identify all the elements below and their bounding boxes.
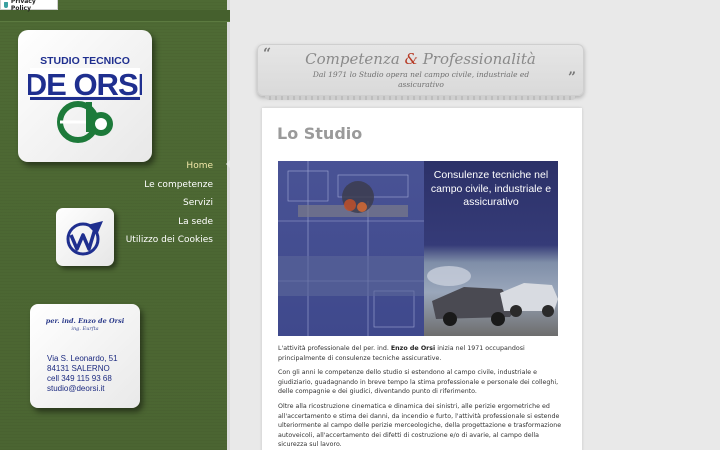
- contact-card: per. ind. Enzo de Orsi ing. Eurfta Via S…: [30, 304, 140, 408]
- nav-item-sede[interactable]: La sede: [126, 213, 213, 232]
- contact-phone: cell 349 115 93 68: [47, 374, 112, 383]
- header-banner: “ Competenza & Professionalità Dal 1971 …: [257, 44, 584, 100]
- sidebar: STUDIO TECNICO DE ORSI Home Le competenz…: [0, 0, 232, 450]
- nav-item-home[interactable]: Home: [126, 157, 213, 176]
- content-panel: Lo Studio Consulenze tecniche nel campo …: [262, 108, 582, 450]
- banner-subtitle: Dal 1971 lo Studio opera nel campo civil…: [312, 70, 530, 89]
- body-text: L'attività professionale del per. ind. E…: [278, 344, 568, 450]
- emblem-icon: [66, 221, 103, 256]
- hero-fire-photo: [278, 161, 424, 336]
- privacy-policy-tab[interactable]: Privacy Policy: [0, 0, 58, 12]
- nav-item-cookies[interactable]: Utilizzo dei Cookies: [126, 231, 213, 250]
- nav-item-competenze[interactable]: Le competenze: [126, 176, 213, 195]
- banner-title: Competenza & Professionalità: [305, 50, 536, 68]
- paragraph-1: L'attività professionale del per. ind. E…: [278, 345, 525, 362]
- nav-active-arrow-icon: [226, 158, 232, 170]
- contact-name: per. ind. Enzo de Orsi: [45, 317, 125, 325]
- contact-city: 84131 SALERNO: [47, 364, 110, 373]
- contact-address: Via S. Leonardo, 51: [47, 354, 118, 363]
- paragraph-2: Con gli anni le competenze dello studio …: [278, 369, 559, 396]
- privacy-policy-label: Privacy Policy: [10, 0, 36, 12]
- hero-image: Consulenze tecniche nel campo civile, in…: [278, 161, 558, 336]
- sidebar-top-strip: [0, 10, 230, 22]
- nav-item-servizi[interactable]: Servizi: [126, 194, 213, 213]
- contact-signature: ing. Eurfta: [71, 326, 99, 332]
- sidebar-emblem[interactable]: [56, 208, 114, 266]
- main-nav: Home Le competenze Servizi La sede Utili…: [126, 157, 213, 250]
- logo[interactable]: STUDIO TECNICO DE ORSI: [18, 30, 152, 162]
- studio-logo-icon: STUDIO TECNICO DE ORSI: [28, 55, 142, 143]
- contact-email[interactable]: studio@deorsi.it: [47, 384, 118, 394]
- quote-close-icon: ”: [567, 70, 576, 86]
- hero-caption: Consulenze tecniche nel campo civile, in…: [430, 169, 552, 208]
- page-title: Lo Studio: [277, 124, 363, 143]
- shield-icon: [4, 1, 8, 8]
- logo-line2: DE ORSI: [28, 67, 142, 102]
- paragraph-3: Oltre alla ricostruzione cinematica e di…: [278, 402, 562, 449]
- logo-line1: STUDIO TECNICO: [40, 55, 130, 67]
